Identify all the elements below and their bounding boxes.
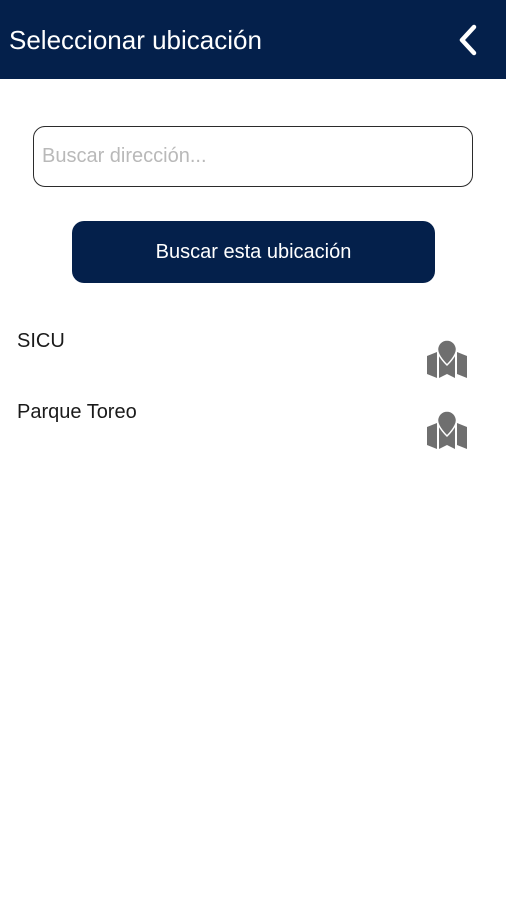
search-location-button[interactable]: Buscar esta ubicación: [72, 221, 435, 283]
location-label: SICU: [17, 330, 65, 352]
map-pin-icon: [427, 339, 467, 378]
map-pin-icon: [427, 410, 467, 449]
map-button[interactable]: [424, 410, 470, 451]
chevron-left-icon: [459, 24, 477, 56]
back-button[interactable]: [446, 18, 490, 62]
page-title: Seleccionar ubicación: [9, 25, 262, 55]
location-list: SICU Parque Toreo: [0, 318, 506, 460]
select-location-screen: Seleccionar ubicación Buscar esta ubicac…: [0, 0, 506, 900]
address-search-input[interactable]: [33, 126, 473, 187]
list-item[interactable]: SICU: [0, 318, 506, 389]
location-label: Parque Toreo: [17, 401, 137, 423]
list-item[interactable]: Parque Toreo: [0, 389, 506, 460]
map-button[interactable]: [424, 339, 470, 380]
app-bar: Seleccionar ubicación: [0, 0, 506, 79]
